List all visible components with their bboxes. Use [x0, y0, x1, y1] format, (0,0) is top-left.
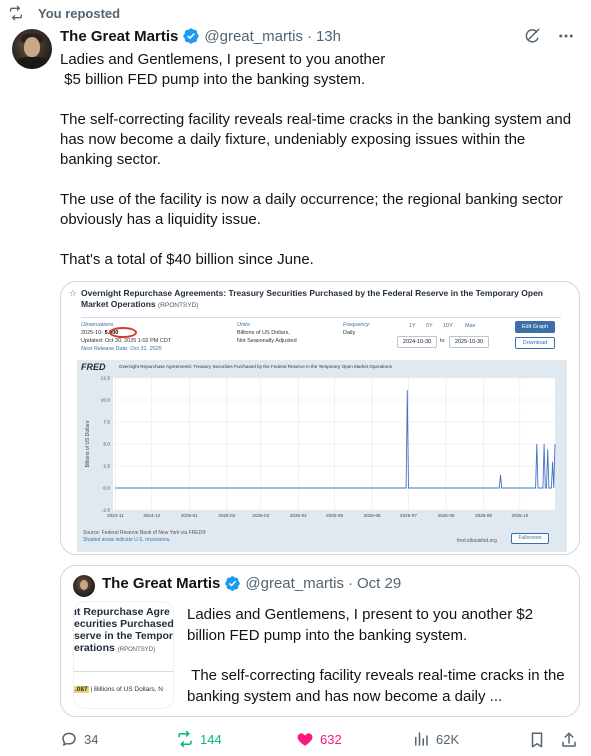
- tweet-paragraph: That's a total of $40 billion since June…: [60, 251, 314, 268]
- x-tick-label: 2025-09: [475, 513, 492, 518]
- quoted-tweet[interactable]: The Great Martis @great_martis · Oct 29 …: [60, 565, 580, 717]
- quoted-paragraph: Ladies and Gentlemens, I present to you …: [187, 606, 538, 644]
- y-tick-label: 2.5: [103, 464, 110, 470]
- observation-date: 2025-10-: [81, 330, 104, 336]
- tweet-header: The Great Martis @great_martis · 13h: [60, 27, 341, 45]
- range-5y[interactable]: 5Y: [426, 323, 433, 329]
- like-count: 632: [320, 731, 342, 747]
- y-tick-label: 7.5: [103, 420, 110, 426]
- tweet-paragraph: Ladies and Gentlemens, I present to you …: [60, 51, 386, 88]
- quoted-timestamp: Oct 29: [356, 575, 402, 592]
- fred-series-info: Observations 2025-10- 5.000 Updated: Oct…: [81, 317, 561, 357]
- views-button[interactable]: 62K: [412, 730, 459, 748]
- highlight-circle: [109, 327, 137, 338]
- range-10y[interactable]: 10Y: [443, 323, 453, 329]
- range-1y[interactable]: 1Y: [409, 323, 416, 329]
- quoted-paragraph: The self-correcting facility reveals rea…: [187, 667, 569, 705]
- repost-indicator[interactable]: You reposted: [10, 5, 121, 21]
- author-handle[interactable]: @great_martis: [204, 28, 303, 45]
- next-release-text: Next Release Date: Oct 31, 2025: [81, 346, 162, 352]
- quoted-author-handle: @great_martis: [245, 575, 344, 592]
- download-button[interactable]: Download: [515, 337, 555, 349]
- tweet-paragraph: The self-correcting facility reveals rea…: [60, 111, 576, 168]
- quoted-author-name: The Great Martis: [102, 575, 221, 592]
- thumb-text: erations (RPONTSYD): [74, 642, 156, 654]
- avatar[interactable]: [12, 29, 52, 69]
- verified-badge-icon: [225, 576, 241, 591]
- like-button[interactable]: 632: [296, 730, 342, 748]
- fred-series-title: Overnight Repurchase Agreements: Treasur…: [81, 288, 543, 309]
- range-max[interactable]: Max: [465, 323, 475, 329]
- tweet-timestamp[interactable]: 13h: [316, 28, 341, 45]
- y-tick-label: 0.0: [103, 486, 110, 492]
- repost-count: 144: [200, 731, 222, 747]
- quoted-header: The Great Martis @great_martis · Oct 29: [102, 575, 401, 592]
- grok-icon[interactable]: [523, 27, 541, 45]
- tweet-paragraph: The use of the facility is now a daily o…: [60, 191, 567, 228]
- thumb-units: .087 | Billions of US Dollars, N: [74, 686, 163, 693]
- share-icon[interactable]: [560, 731, 578, 749]
- chart-svg: 12.510.07.55.02.50.0-2.52024-11 2024-12 20…: [85, 376, 556, 518]
- date-from-input[interactable]: 2024-10-30: [397, 336, 437, 348]
- fred-url[interactable]: fred.stlouisfed.org: [457, 538, 497, 544]
- x-tick-label: 2025-10: [511, 513, 528, 518]
- date-to-input[interactable]: 2025-10-30: [449, 336, 489, 348]
- units-value: Not Seasonally Adjusted: [237, 338, 297, 344]
- x-tick-label: 2025-08: [438, 513, 455, 518]
- reply-count: 34: [84, 731, 99, 747]
- thumb-text: ecurities Purchased: [74, 618, 174, 630]
- y-tick-label: 5.0: [103, 442, 110, 448]
- chart-source: Source: Federal Reserve Bank of New York…: [83, 530, 206, 543]
- x-tick-label: 2025-01: [181, 513, 198, 518]
- tweet-text: Ladies and Gentlemens, I present to you …: [60, 50, 580, 290]
- more-options-icon[interactable]: [557, 27, 575, 45]
- units-value: Billions of US Dollars,: [237, 330, 290, 336]
- repost-button[interactable]: 144: [176, 730, 222, 748]
- y-axis-label: Billions of US Dollars: [85, 420, 91, 467]
- updated-text: Updated: Oct 30, 2025 1:02 PM CDT: [81, 338, 172, 344]
- reply-icon: [62, 732, 76, 746]
- views-count: 62K: [436, 731, 460, 747]
- thumb-text: ıt Repurchase Agre: [74, 606, 170, 618]
- verified-badge-icon[interactable]: [182, 27, 200, 45]
- units-label: Units:: [237, 322, 252, 328]
- x-tick-label: 2025-05: [326, 513, 343, 518]
- date-to-label: to: [440, 338, 445, 344]
- action-bar: 34 144 632 62K: [60, 728, 580, 752]
- x-tick-label: 2025-02: [218, 513, 235, 518]
- repost-label: You reposted: [38, 6, 121, 21]
- repost-icon: [10, 5, 22, 21]
- separator-dot: ·: [306, 27, 312, 45]
- bookmark-icon[interactable]: [528, 731, 546, 749]
- frequency-value: Daily: [343, 330, 356, 336]
- tweet-image[interactable]: ☆ Overnight Repurchase Agreements: Treas…: [60, 281, 580, 555]
- x-tick-label: 2024-11: [107, 513, 124, 518]
- reply-button[interactable]: 34: [60, 730, 98, 748]
- fred-chart: FRED Overnight Repurchase Agreements: Tr…: [77, 360, 567, 552]
- fullscreen-button[interactable]: Fullscreen: [511, 533, 549, 544]
- author-name[interactable]: The Great Martis: [60, 28, 178, 45]
- analytics-icon: [415, 732, 428, 746]
- separator-dot: ·: [347, 575, 353, 592]
- y-tick-label: 12.5: [101, 376, 111, 382]
- x-tick-label: 2024-12: [143, 513, 160, 518]
- y-tick-label: 10.0: [101, 398, 111, 404]
- favorite-star-icon: ☆: [69, 288, 78, 298]
- repost-icon: [178, 730, 192, 748]
- quoted-text: Ladies and Gentlemens, I present to you …: [187, 605, 569, 716]
- x-tick-label: 2025-03: [252, 513, 269, 518]
- x-tick-label: 2025-07: [400, 513, 417, 518]
- edit-graph-button[interactable]: Edit Graph: [515, 321, 555, 333]
- thumb-text: serve in the Tempora: [74, 630, 174, 642]
- x-tick-label: 2025-04: [290, 513, 307, 518]
- frequency-label: Frequency:: [343, 322, 371, 328]
- heart-icon: [297, 733, 313, 746]
- x-tick-label: 2025-06: [364, 513, 381, 518]
- quoted-avatar: [73, 575, 95, 597]
- quoted-image-thumbnail: ıt Repurchase Agre ecurities Purchased s…: [73, 601, 174, 709]
